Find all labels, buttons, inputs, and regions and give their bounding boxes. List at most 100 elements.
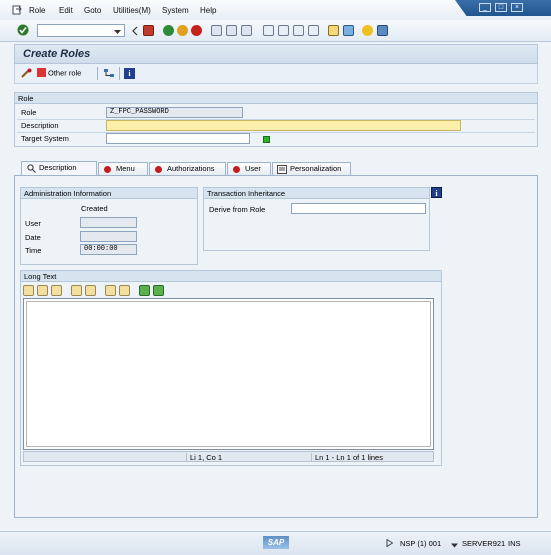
- transaction-inheritance-group: Transaction Inheritance Derive from Role: [203, 187, 430, 251]
- server-name: SERVER921: [462, 539, 506, 548]
- red-status-icon: [104, 166, 111, 173]
- upload-icon[interactable]: [139, 285, 150, 296]
- tab-menu-label: Menu: [116, 164, 135, 173]
- copy-icon[interactable]: [37, 285, 48, 296]
- other-role-icon: [37, 68, 46, 78]
- status-bar: SAP NSP (1) 001 SERVER921 INS: [0, 531, 551, 555]
- cut-icon[interactable]: [23, 285, 34, 296]
- collapse-arrow-icon[interactable]: [131, 26, 139, 36]
- role-group-header: Role: [15, 93, 537, 104]
- created-user-field: [80, 217, 137, 228]
- target-system-label: Target System: [21, 134, 69, 143]
- undo-icon[interactable]: [71, 285, 82, 296]
- other-role-button[interactable]: Other role: [37, 68, 81, 80]
- administration-information-group: Administration Information Created User …: [20, 187, 198, 265]
- next-page-icon[interactable]: [293, 25, 304, 36]
- cursor-position: Li 1, Co 1: [186, 453, 222, 462]
- sap-logo: SAP: [263, 536, 289, 549]
- back-icon[interactable]: [163, 25, 174, 36]
- shortcut-icon[interactable]: [343, 25, 354, 36]
- menu-help[interactable]: Help: [200, 6, 216, 15]
- page-title: Create Roles: [23, 48, 91, 60]
- editor-toolbar: [23, 285, 203, 297]
- edit-glasses-icon[interactable]: [21, 68, 32, 79]
- paste-icon[interactable]: [51, 285, 62, 296]
- tab-user[interactable]: User: [227, 162, 271, 175]
- target-system-field[interactable]: [106, 133, 250, 144]
- command-field[interactable]: [37, 24, 125, 37]
- hierarchy-icon[interactable]: [103, 68, 115, 79]
- created-label: Created: [81, 204, 108, 213]
- date-label: Date: [25, 233, 41, 242]
- red-status-icon: [155, 166, 162, 173]
- command-dropdown-icon[interactable]: [114, 28, 121, 34]
- system-dropdown-icon[interactable]: [451, 541, 458, 548]
- title-bar: Create Roles: [14, 44, 538, 64]
- tab-authorizations-label: Authorizations: [167, 164, 215, 173]
- redo-icon[interactable]: [85, 285, 96, 296]
- maximize-icon[interactable]: □: [495, 3, 507, 12]
- cancel-icon[interactable]: [191, 25, 202, 36]
- time-label: Time: [25, 246, 42, 255]
- find-icon[interactable]: [105, 285, 116, 296]
- enter-icon[interactable]: [17, 24, 29, 36]
- line-info: Ln 1 - Ln 1 of 1 lines: [311, 453, 383, 462]
- menu-edit[interactable]: Edit: [59, 6, 73, 15]
- tab-authorizations[interactable]: Authorizations: [149, 162, 226, 175]
- role-group: Role Role Z_FPC_PASSWORD Description Tar…: [14, 92, 538, 147]
- editor-status-line: Li 1, Co 1 Ln 1 - Ln 1 of 1 lines: [23, 451, 434, 462]
- magnifier-icon: [27, 164, 36, 173]
- description-field[interactable]: [106, 120, 461, 131]
- menu-role[interactable]: Role: [29, 6, 45, 15]
- previous-page-icon[interactable]: [278, 25, 289, 36]
- description-label: Description: [21, 121, 59, 130]
- personalization-icon: [277, 165, 287, 174]
- tab-personalization[interactable]: Personalization: [272, 162, 351, 175]
- status-green-icon: [263, 136, 270, 143]
- created-time-field: 00:00:00: [80, 244, 137, 255]
- tab-menu[interactable]: Menu: [98, 162, 148, 175]
- text-area[interactable]: [26, 301, 431, 447]
- red-status-icon: [233, 166, 240, 173]
- save-icon[interactable]: [143, 25, 154, 36]
- first-page-icon[interactable]: [263, 25, 274, 36]
- menu-system[interactable]: System: [162, 6, 189, 15]
- role-label: Role: [21, 108, 37, 117]
- other-role-label: Other role: [48, 68, 82, 78]
- find-icon[interactable]: [226, 25, 237, 36]
- system-info[interactable]: NSP (1) 001: [400, 539, 441, 548]
- derive-from-role-field[interactable]: [291, 203, 426, 214]
- download-icon[interactable]: [153, 285, 164, 296]
- find-next-icon[interactable]: [119, 285, 130, 296]
- administration-information-header: Administration Information: [21, 188, 197, 199]
- find-next-icon[interactable]: [241, 25, 252, 36]
- window-controls: _ □ ×: [455, 0, 551, 16]
- tab-personalization-label: Personalization: [290, 164, 342, 173]
- last-page-icon[interactable]: [308, 25, 319, 36]
- information-icon[interactable]: i: [431, 187, 442, 198]
- insert-mode[interactable]: INS: [508, 539, 521, 548]
- menu-goto[interactable]: Goto: [84, 6, 101, 15]
- information-icon[interactable]: i: [124, 68, 135, 79]
- standard-toolbar: [0, 20, 551, 42]
- created-date-field: [80, 231, 137, 242]
- role-field: Z_FPC_PASSWORD: [106, 107, 243, 118]
- tab-description-label: Description: [39, 163, 77, 172]
- application-toolbar: Other role i: [14, 64, 538, 84]
- menu-utilities[interactable]: Utilities(M): [113, 6, 151, 15]
- user-label: User: [25, 219, 41, 228]
- menu-launch-icon[interactable]: [12, 5, 22, 15]
- new-session-icon[interactable]: [328, 25, 339, 36]
- exit-icon[interactable]: [177, 25, 188, 36]
- print-icon[interactable]: [211, 25, 222, 36]
- tab-user-label: User: [245, 164, 261, 173]
- derive-from-role-label: Derive from Role: [209, 205, 266, 214]
- close-icon[interactable]: ×: [511, 3, 523, 12]
- minimize-icon[interactable]: _: [479, 3, 491, 12]
- play-icon[interactable]: [386, 538, 394, 548]
- long-text-editor[interactable]: [23, 298, 434, 450]
- tab-description[interactable]: Description: [21, 161, 97, 176]
- transaction-inheritance-header: Transaction Inheritance: [204, 188, 429, 199]
- help-icon[interactable]: [362, 25, 373, 36]
- layout-menu-icon[interactable]: [377, 25, 388, 36]
